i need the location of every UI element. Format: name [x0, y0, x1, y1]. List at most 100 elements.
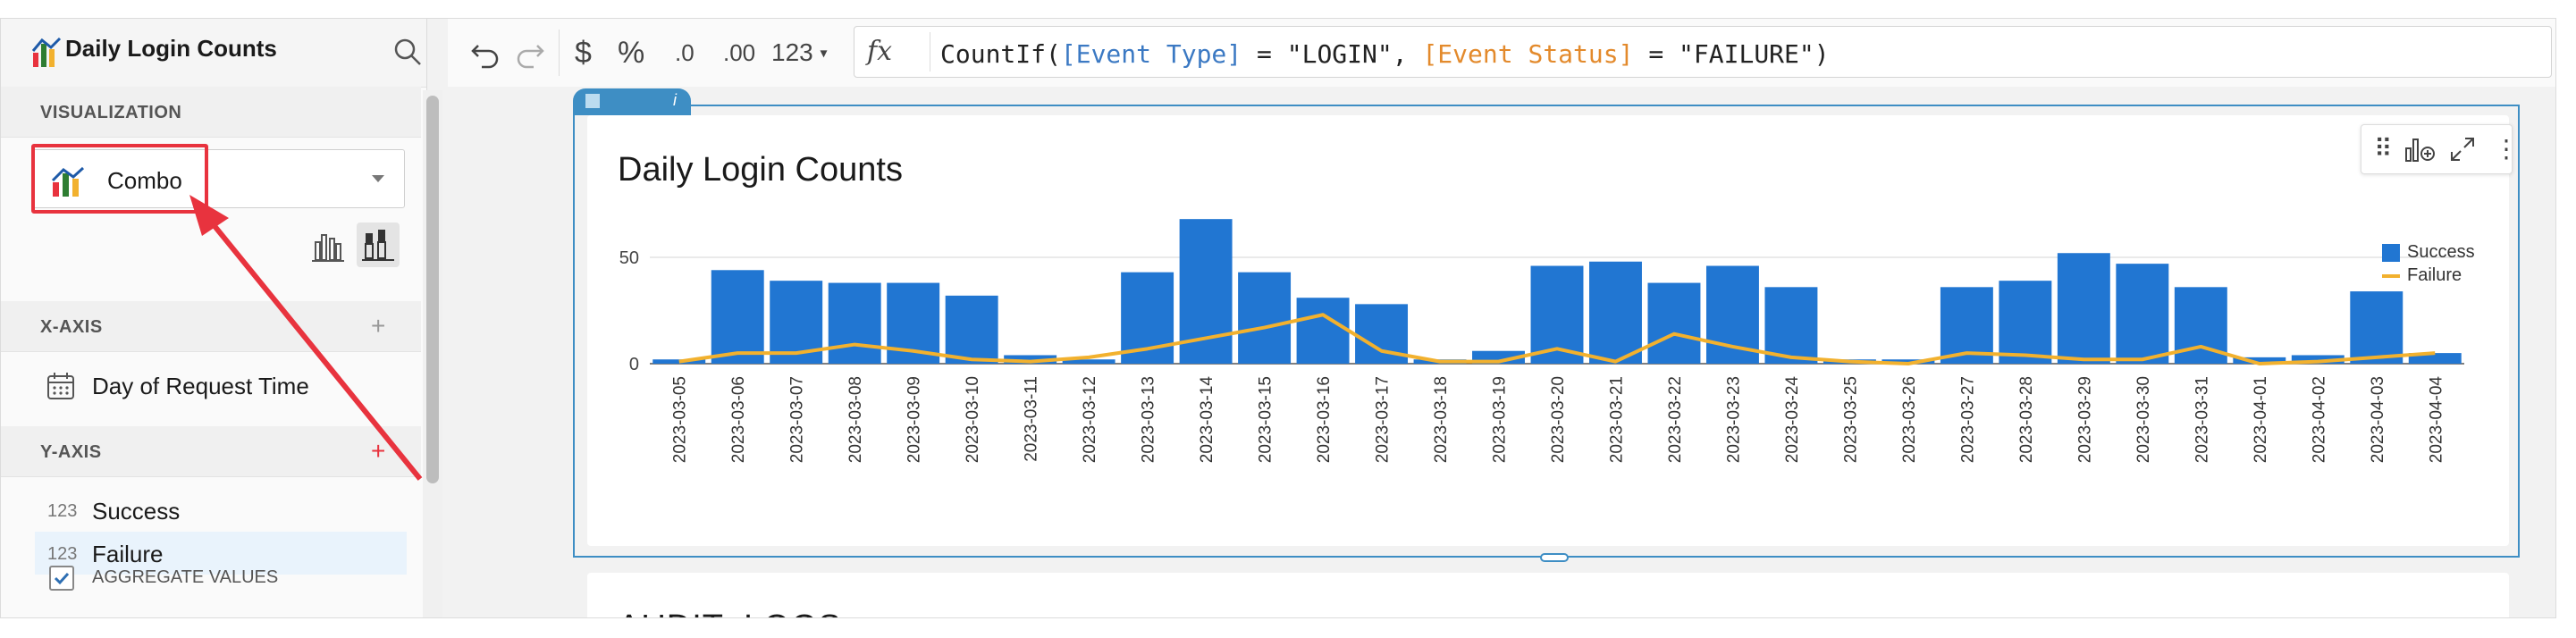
number-format-label: 123	[771, 38, 813, 66]
combo-chart-plot: 0 50 2023-03-05 2023-03-06 2023-03-07 2023-03…	[619, 219, 2464, 464]
panel-scrollbar-thumb[interactable]	[426, 96, 439, 483]
section-y-axis: Y-AXIS +	[1, 426, 421, 477]
x-tick-label: 2023-03-11	[1023, 376, 1041, 462]
x-tick-label: 2023-04-01	[2252, 376, 2270, 463]
x-tick-label: 2023-03-10	[964, 376, 982, 463]
number-type-icon: 123	[47, 544, 78, 564]
x-tick-label: 2023-03-14	[1198, 376, 1216, 464]
x-tick-label: 2023-03-23	[1724, 376, 1743, 463]
y-axis-field-success[interactable]: 123 Success	[35, 489, 407, 532]
x-tick-label: 2023-03-19	[1491, 376, 1510, 463]
combo-chart-icon	[31, 37, 62, 67]
x-tick-label: 2023-03-17	[1374, 376, 1393, 463]
audit-logs-card[interactable]: AUDIT_LOGS	[587, 573, 2509, 617]
section-label-visualization: VISUALIZATION	[40, 103, 182, 122]
element-handle-tab[interactable]: i	[573, 88, 691, 115]
x-tick-label: 2023-03-24	[1783, 376, 1802, 464]
legend-item-success[interactable]: Success	[2382, 240, 2525, 264]
number-format-dropdown[interactable]: 123 ▾	[771, 35, 828, 71]
number-type-icon: 123	[47, 501, 78, 521]
x-tick-label: 2023-03-27	[1958, 376, 1977, 463]
bar-success	[1296, 298, 1350, 364]
currency-format-button[interactable]: $	[575, 35, 592, 71]
sheet-title: Daily Login Counts	[65, 35, 277, 62]
info-icon[interactable]: i	[673, 91, 677, 110]
x-tick-label: 2023-03-15	[1257, 376, 1275, 463]
x-tick-label: 2023-03-06	[729, 376, 748, 463]
chevron-down-icon: ▾	[820, 46, 828, 62]
x-tick-label: 2023-03-20	[1549, 376, 1568, 463]
bar-success	[1238, 272, 1292, 364]
x-tick-label: 2023-03-08	[846, 376, 865, 463]
x-tick-label: 2023-03-09	[905, 376, 924, 463]
formula-field-event-type: [Event Type]	[1060, 39, 1242, 69]
formula-input[interactable]: CountIf([Event Type] = "LOGIN", [Event S…	[940, 39, 1830, 69]
legend-swatch	[2382, 244, 2400, 262]
section-label-y-axis: Y-AXIS	[40, 442, 102, 462]
left-panel: Daily Login Counts VISUALIZATION Combo X…	[1, 19, 442, 617]
workbook-canvas: i Daily Login Counts ⠿ ⋮ 0 50 2023-03-05…	[448, 87, 2555, 617]
check-icon	[54, 572, 70, 585]
chevron-down-icon	[372, 175, 384, 182]
x-tick-label: 2023-03-22	[1666, 376, 1685, 463]
section-visualization: VISUALIZATION	[1, 87, 421, 138]
redo-icon[interactable]	[514, 35, 546, 71]
stacked-bar-toggle[interactable]	[357, 222, 400, 267]
drag-handle-icon	[585, 94, 600, 108]
calendar-icon	[47, 373, 74, 399]
aggregate-values-checkbox[interactable]	[49, 566, 74, 591]
bar-success	[2116, 264, 2169, 364]
y-axis-field-label: Failure	[92, 541, 164, 567]
formula-text-2: = "FAILURE")	[1633, 39, 1830, 69]
decrease-decimals-button[interactable]: .0	[675, 35, 695, 71]
x-tick-label: 2023-03-12	[1081, 376, 1099, 463]
legend-item-failure[interactable]: Failure	[2382, 264, 2525, 287]
x-axis-field-label: Day of Request Time	[92, 373, 309, 399]
formula-bar[interactable]: fx CountIf([Event Type] = "LOGIN", [Even…	[854, 26, 2552, 78]
x-tick-label: 2023-04-02	[2310, 376, 2328, 463]
x-tick-label: 2023-03-07	[788, 376, 807, 463]
x-tick-label: 2023-03-13	[1140, 376, 1158, 463]
x-tick-label: 2023-03-31	[2193, 376, 2211, 463]
x-tick-label: 2023-03-16	[1315, 376, 1334, 463]
formula-text-1: = "LOGIN",	[1242, 39, 1423, 69]
formula-toolbar: $ % .0 .00 123 ▾ fx CountIf([Event Type]…	[448, 19, 2555, 88]
bar-success	[1647, 282, 1701, 364]
search-icon[interactable]	[392, 37, 423, 67]
clustered-bar-icon[interactable]	[308, 226, 348, 265]
x-tick-label: 2023-03-26	[1900, 376, 1919, 463]
stacked-bar-icon	[362, 230, 394, 261]
percent-format-button[interactable]: %	[618, 35, 644, 71]
undo-icon[interactable]	[469, 35, 501, 71]
formula-field-event-status: [Event Status]	[1422, 39, 1634, 69]
resize-handle[interactable]	[1540, 553, 1569, 562]
chart-card[interactable]: Daily Login Counts ⠿ ⋮ 0 50 2023-03-05 2…	[587, 115, 2519, 546]
x-axis-field[interactable]: Day of Request Time	[35, 364, 407, 407]
bar-success	[828, 282, 881, 364]
x-tick-label: 2023-03-29	[2075, 376, 2094, 463]
formula-function: CountIf(	[940, 39, 1061, 69]
y-tick-label: 0	[629, 355, 639, 374]
section-x-axis: X-AXIS +	[1, 301, 421, 352]
bar-success	[2350, 291, 2403, 364]
increase-decimals-button[interactable]: .00	[723, 35, 755, 71]
x-tick-label: 2023-03-18	[1432, 376, 1451, 463]
bar-success	[1999, 281, 2052, 364]
x-tick-label: 2023-03-21	[1607, 376, 1626, 463]
x-tick-label: 2023-04-03	[2369, 376, 2387, 463]
y-axis-field-label: Success	[92, 498, 181, 525]
bar-success	[945, 295, 998, 364]
app-window: Daily Login Counts VISUALIZATION Combo X…	[0, 18, 2556, 618]
add-y-axis-button[interactable]: +	[371, 437, 385, 466]
x-tick-label: 2023-04-04	[2427, 376, 2446, 464]
bar-success	[1589, 261, 1642, 364]
y-tick-label: 50	[619, 248, 639, 268]
fx-icon: fx	[867, 36, 893, 67]
toolbar-separator	[559, 29, 560, 76]
x-tick-label: 2023-03-25	[1841, 376, 1860, 463]
x-tick-label: 2023-03-05	[671, 376, 690, 463]
audit-logs-title: AUDIT_LOGS	[618, 609, 842, 617]
add-x-axis-button[interactable]: +	[371, 312, 385, 340]
annotation-highlight-box	[31, 144, 208, 214]
x-tick-label: 2023-03-28	[2017, 376, 2036, 463]
